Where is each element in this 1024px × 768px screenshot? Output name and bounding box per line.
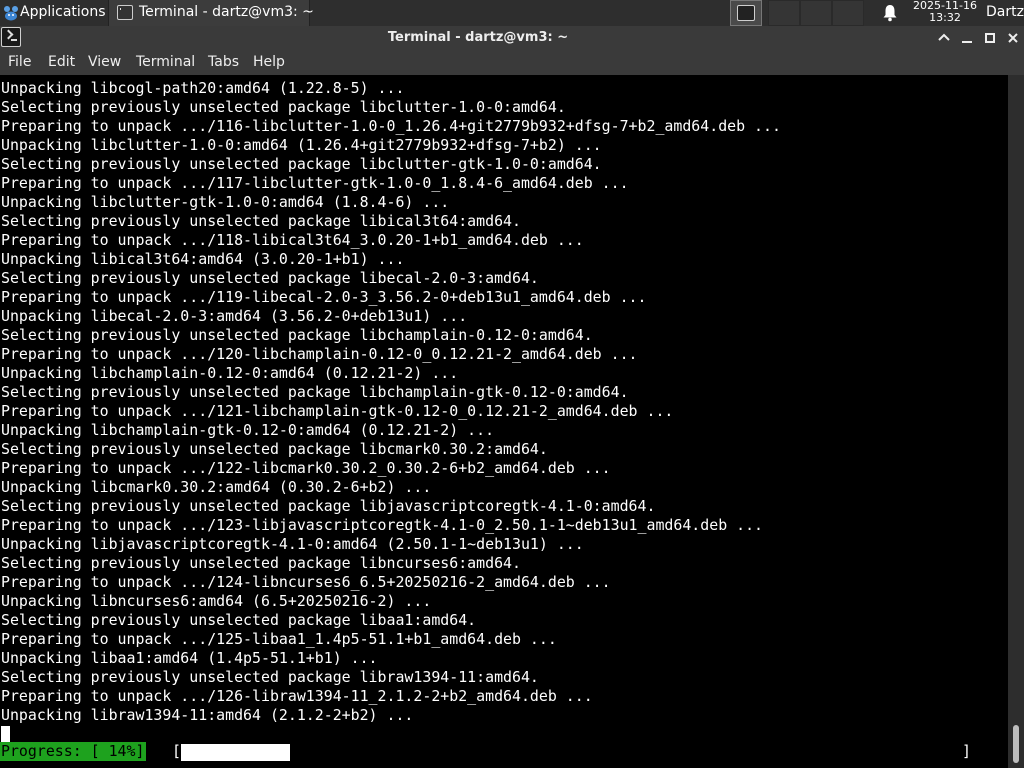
applications-label: Applications [20, 4, 106, 20]
terminal-scrollbar[interactable] [1008, 75, 1024, 768]
maximize-icon [985, 33, 995, 43]
terminal-line: Preparing to unpack .../120-libchamplain… [1, 345, 638, 363]
terminal-line: Preparing to unpack .../123-libjavascrip… [1, 516, 764, 534]
applications-menu-button[interactable]: Applications [0, 0, 108, 26]
terminal-line: Preparing to unpack .../118-libical3t64_… [1, 231, 584, 249]
terminal-line: Unpacking libclutter-gtk-1.0-0:amd64 (1.… [1, 193, 450, 211]
terminal-line: Preparing to unpack .../116-libclutter-1… [1, 117, 781, 135]
terminal-line: Preparing to unpack .../126-libraw1394-1… [1, 687, 593, 705]
terminal-line: Selecting previously unselected package … [1, 326, 593, 344]
terminal-line: Selecting previously unselected package … [1, 440, 548, 458]
taskbar-terminal-label: Terminal - dartz@vm3: ~ [139, 4, 314, 20]
terminal-icon [117, 5, 133, 20]
terminal-line: Selecting previously unselected package … [1, 497, 656, 515]
terminal-line: Unpacking libclutter-1.0-0:amd64 (1.26.4… [1, 136, 602, 154]
chevron-up-icon [938, 33, 950, 41]
terminal-line: Preparing to unpack .../124-libncurses6_… [1, 573, 611, 591]
terminal-line: Selecting previously unselected package … [1, 383, 629, 401]
terminal-line: Unpacking libecal-2.0-3:amd64 (3.56.2-0+… [1, 307, 468, 325]
window-titlebar[interactable]: Terminal - dartz@vm3: ~ [0, 26, 1024, 50]
workspace-1-button[interactable] [730, 0, 762, 26]
terminal-line: Unpacking libaa1:amd64 (1.4p5-51.1+b1) .… [1, 649, 378, 667]
progress-bracket-close: ] [962, 742, 971, 760]
clock[interactable]: 2025-11-16 13:32 [908, 0, 982, 24]
bell-icon[interactable] [882, 4, 898, 22]
workspace-4-button[interactable] [832, 0, 864, 26]
shade-button[interactable] [934, 28, 954, 48]
close-button[interactable] [1003, 28, 1023, 48]
menu-view[interactable]: View [88, 54, 121, 70]
user-menu[interactable]: Dartz [986, 4, 1024, 20]
terminal-line: Selecting previously unselected package … [1, 554, 521, 572]
workspace-2-button[interactable] [768, 0, 800, 26]
terminal-line: Preparing to unpack .../119-libecal-2.0-… [1, 288, 647, 306]
terminal-line: Unpacking libical3t64:amd64 (3.0.20-1+b1… [1, 250, 405, 268]
terminal-line: Selecting previously unselected package … [1, 668, 539, 686]
terminal-line: Preparing to unpack .../117-libclutter-g… [1, 174, 629, 192]
progress-bar-fill [181, 744, 290, 761]
menu-terminal[interactable]: Terminal [136, 54, 195, 70]
terminal-line: Unpacking libchamplain-0.12-0:amd64 (0.1… [1, 364, 459, 382]
top-panel: Applications Terminal - dartz@vm3: ~ 202… [0, 0, 1024, 26]
progress-bar [181, 744, 961, 761]
menu-help[interactable]: Help [253, 54, 285, 70]
terminal-line: Unpacking libchamplain-gtk-0.12-0:amd64 … [1, 421, 495, 439]
clock-time: 13:32 [929, 11, 961, 24]
scrollbar-thumb[interactable] [1013, 725, 1019, 763]
progress-label: Progress: [ 14%] [0, 742, 147, 761]
terminal-line: Preparing to unpack .../121-libchamplain… [1, 402, 674, 420]
terminal-line: Selecting previously unselected package … [1, 269, 539, 287]
terminal-line: Unpacking libcogl-path20:amd64 (1.22.8-5… [1, 79, 405, 97]
terminal-line: Selecting previously unselected package … [1, 212, 521, 230]
window-title: Terminal - dartz@vm3: ~ [387, 30, 569, 45]
menubar: File Edit View Terminal Tabs Help [0, 50, 1024, 75]
minimize-button[interactable] [957, 28, 977, 48]
terminal-line: Preparing to unpack .../125-libaa1_1.4p5… [1, 630, 557, 648]
menu-edit[interactable]: Edit [48, 54, 75, 70]
terminal-line: Selecting previously unselected package … [1, 98, 566, 116]
menu-tabs[interactable]: Tabs [208, 54, 239, 70]
terminal-log: Unpacking libcogl-path20:amd64 (1.22.8-5… [1, 79, 1001, 725]
maximize-button[interactable] [980, 28, 1000, 48]
workspace-3-button[interactable] [800, 0, 832, 26]
menu-file[interactable]: File [8, 54, 31, 70]
progress-row: Progress: [ 14%] [ ] [0, 742, 1000, 761]
terminal-line: Preparing to unpack .../122-libcmark0.30… [1, 459, 611, 477]
terminal-line: Unpacking libraw1394-11:amd64 (2.1.2-2+b… [1, 706, 414, 724]
taskbar-terminal-button[interactable]: Terminal - dartz@vm3: ~ [108, 0, 314, 26]
terminal-line: Unpacking libjavascriptcoregtk-4.1-0:amd… [1, 535, 584, 553]
terminal-icon [737, 5, 755, 21]
minimize-icon [962, 41, 972, 43]
terminal-line: Selecting previously unselected package … [1, 155, 602, 173]
xfce-mouse-icon [4, 6, 18, 21]
terminal-line: Unpacking libncurses6:amd64 (6.5+2025021… [1, 592, 432, 610]
terminal-line: Selecting previously unselected package … [1, 611, 477, 629]
terminal-line: Unpacking libcmark0.30.2:amd64 (0.30.2-6… [1, 478, 432, 496]
terminal-output[interactable]: Unpacking libcogl-path20:amd64 (1.22.8-5… [0, 75, 1008, 768]
progress-bracket-open: [ [172, 742, 181, 760]
close-icon [1008, 33, 1018, 43]
